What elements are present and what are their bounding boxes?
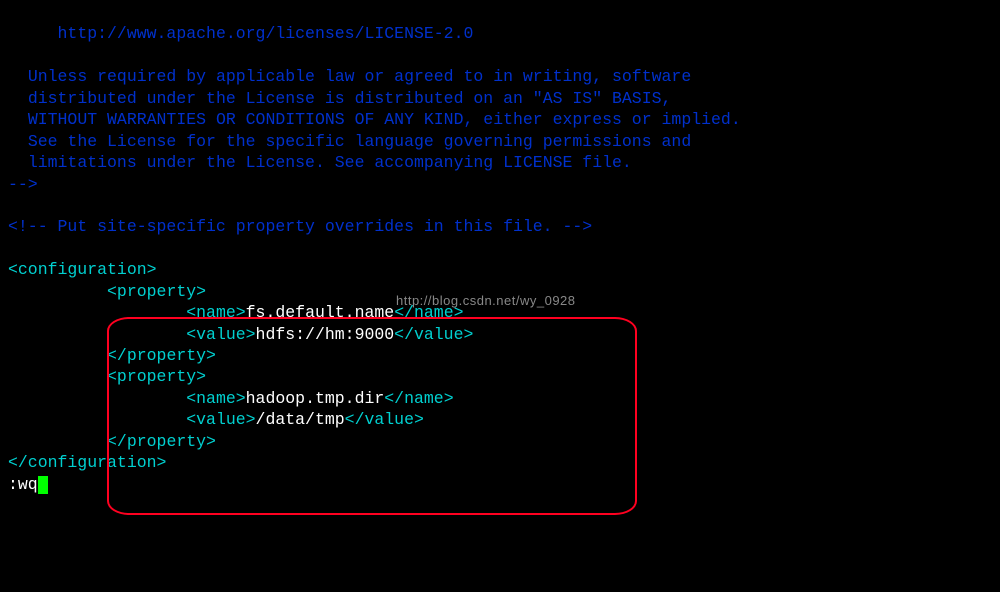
configuration-open-tag: <configuration>	[8, 260, 157, 279]
property-block: <property>	[8, 367, 206, 386]
property-value-line: <value>hdfs://hm:9000</value>	[8, 325, 473, 344]
value-close-tag: </value>	[394, 325, 473, 344]
site-comment: <!-- Put site-specific property override…	[8, 217, 592, 236]
property-open-tag: <property>	[107, 367, 206, 386]
value-close-tag: </value>	[345, 410, 424, 429]
configuration-close-tag: </configuration>	[8, 453, 166, 472]
property-block: <property>	[8, 282, 206, 301]
name-open-tag: <name>	[186, 303, 245, 322]
license-paragraph: distributed under the License is distrib…	[8, 89, 671, 108]
cursor-icon	[38, 476, 48, 494]
property-name-value: fs.default.name	[246, 303, 395, 322]
property-name-value: hadoop.tmp.dir	[246, 389, 385, 408]
property-close: </property>	[8, 346, 216, 365]
license-paragraph: See the License for the specific languag…	[8, 132, 691, 151]
property-close-tag: </property>	[107, 346, 216, 365]
name-open-tag: <name>	[186, 389, 245, 408]
watermark-text: http://blog.csdn.net/wy_0928	[396, 293, 576, 310]
name-close-tag: </name>	[384, 389, 453, 408]
value-open-tag: <value>	[186, 325, 255, 344]
value-open-tag: <value>	[186, 410, 255, 429]
property-open-tag: <property>	[107, 282, 206, 301]
property-value-value: hdfs://hm:9000	[256, 325, 395, 344]
license-paragraph: limitations under the License. See accom…	[8, 153, 632, 172]
comment-close: -->	[8, 175, 38, 194]
property-value-value: /data/tmp	[256, 410, 345, 429]
property-name-line: <name>hadoop.tmp.dir</name>	[8, 389, 454, 408]
license-url: http://www.apache.org/licenses/LICENSE-2…	[8, 24, 473, 43]
property-value-line: <value>/data/tmp</value>	[8, 410, 424, 429]
vi-command-line[interactable]: :wq	[8, 475, 48, 494]
license-paragraph: Unless required by applicable law or agr…	[8, 67, 691, 86]
terminal-editor-viewport[interactable]: http://www.apache.org/licenses/LICENSE-2…	[8, 2, 992, 495]
property-close-tag: </property>	[107, 432, 216, 451]
license-paragraph: WITHOUT WARRANTIES OR CONDITIONS OF ANY …	[8, 110, 741, 129]
property-close: </property>	[8, 432, 216, 451]
